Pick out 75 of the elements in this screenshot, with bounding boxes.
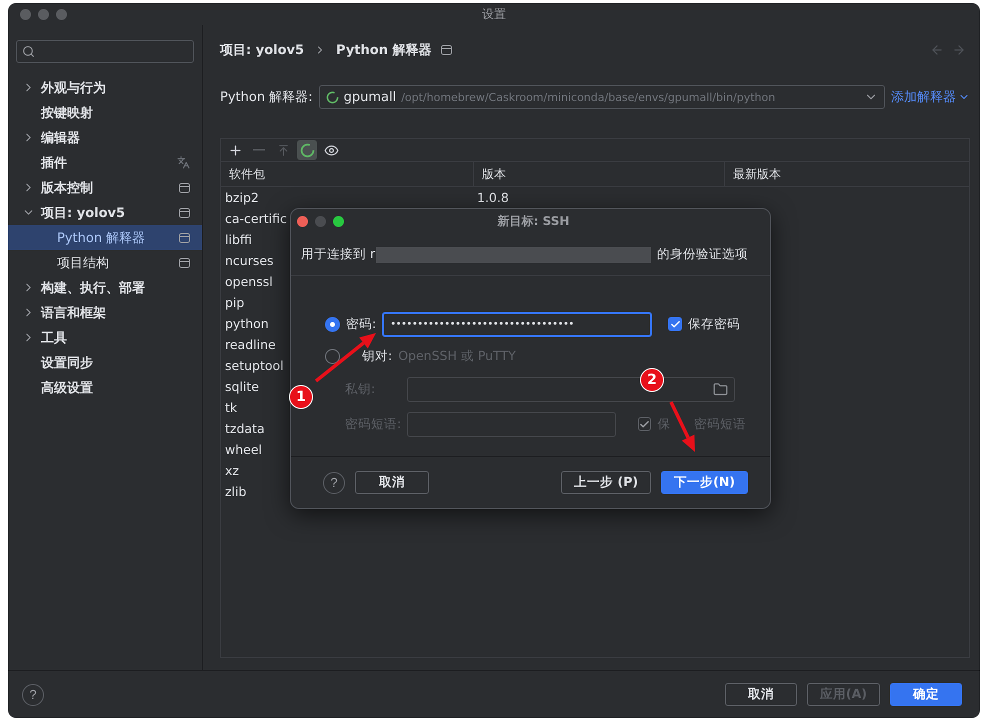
table-cell: readline bbox=[225, 337, 276, 352]
sidebar-item[interactable]: 版本控制 bbox=[8, 175, 202, 200]
dialog-button[interactable]: 下一步(N) bbox=[661, 471, 748, 494]
table-cell: python bbox=[225, 316, 269, 331]
folder-icon bbox=[713, 382, 728, 396]
window-title: 设置 bbox=[482, 6, 506, 22]
sidebar-item[interactable]: 设置同步 bbox=[8, 350, 202, 375]
dialog-button[interactable]: 上一步 (P) bbox=[561, 471, 652, 494]
field-label: Python 解释器: bbox=[220, 89, 313, 106]
table-cell: libffi bbox=[225, 232, 252, 247]
dialog-title: 新目标: SSH bbox=[498, 213, 570, 230]
close-button[interactable] bbox=[297, 216, 308, 227]
sidebar-item[interactable]: 项目: yolov5 bbox=[8, 200, 202, 225]
minus-icon bbox=[253, 149, 265, 151]
sidebar-item[interactable]: 工具 bbox=[8, 325, 202, 350]
add-interpreter-link[interactable]: 添加解释器 bbox=[891, 88, 970, 106]
option-label: 钥对: bbox=[362, 348, 392, 364]
conda-icon bbox=[300, 142, 314, 158]
dialog-button[interactable]: 取消 bbox=[724, 683, 797, 706]
sidebar-item[interactable]: 项目结构 bbox=[8, 250, 202, 275]
interpreter-dropdown[interactable]: gpumall /opt/homebrew/Caskroom/miniconda/base/envs/gpumall/bin/python bbox=[318, 85, 885, 109]
table-cell: pip bbox=[225, 295, 244, 310]
description-text: 用于连接到 r bbox=[301, 246, 376, 263]
radio-button[interactable] bbox=[325, 348, 340, 364]
sidebar-item[interactable]: 按键映射 bbox=[8, 100, 202, 125]
checkbox[interactable] bbox=[668, 317, 682, 331]
radio-button[interactable] bbox=[325, 316, 340, 332]
sidebar-item[interactable]: 构建、执行、部署 bbox=[8, 275, 202, 300]
upload-icon bbox=[276, 144, 290, 156]
table-cell: zlib bbox=[225, 484, 246, 499]
zoom-button[interactable] bbox=[333, 216, 344, 227]
eye-icon bbox=[324, 142, 338, 158]
sidebar-item[interactable]: 语言和框架 bbox=[8, 300, 202, 325]
description-text: 的身份验证选项 bbox=[657, 246, 748, 263]
column-header[interactable]: 软件包 bbox=[221, 162, 473, 186]
check-icon bbox=[638, 418, 650, 430]
sidebar-item[interactable]: 插件 bbox=[8, 150, 202, 175]
search-field[interactable] bbox=[16, 40, 194, 63]
table-cell: openssl bbox=[225, 274, 273, 289]
table-cell: tk bbox=[225, 400, 238, 415]
sidebar-item[interactable]: 编辑器 bbox=[8, 125, 202, 150]
checkbox[interactable] bbox=[638, 417, 652, 431]
sidebar-item[interactable]: 外观与行为 bbox=[8, 75, 202, 100]
breadcrumb-item[interactable]: Python 解释器 bbox=[336, 41, 432, 59]
dialog-button[interactable]: 确定 bbox=[890, 683, 962, 706]
sidebar-item[interactable]: Python 解释器 bbox=[8, 225, 202, 250]
conda-button[interactable] bbox=[297, 140, 317, 160]
close-button[interactable] bbox=[20, 8, 31, 20]
search-icon bbox=[22, 45, 35, 58]
column-header[interactable]: 版本 bbox=[473, 162, 724, 186]
table-cell: ncurses bbox=[225, 253, 274, 268]
window-icon bbox=[441, 45, 452, 55]
help-button[interactable]: ? bbox=[323, 472, 345, 494]
table-cell: xz bbox=[225, 463, 239, 478]
option-label: 密码: bbox=[346, 316, 376, 332]
help-button[interactable]: ? bbox=[22, 684, 44, 706]
sidebar-item[interactable]: 高级设置 bbox=[8, 375, 202, 400]
checkbox-label: 保存密码 bbox=[688, 316, 740, 332]
table-cell: sqlite bbox=[225, 379, 259, 394]
dialog-button[interactable]: 取消 bbox=[355, 471, 429, 494]
check-icon bbox=[670, 318, 681, 330]
conda-icon bbox=[326, 90, 339, 104]
breadcrumb-item[interactable]: 项目: yolov5 bbox=[220, 41, 304, 59]
plus-icon bbox=[228, 142, 242, 158]
table-cell: bzip2 bbox=[225, 190, 259, 205]
table-cell: wheel bbox=[225, 442, 262, 457]
minimize-button[interactable] bbox=[38, 8, 49, 20]
table-cell: 1.0.8 bbox=[477, 190, 509, 205]
column-header[interactable]: 最新版本 bbox=[724, 162, 969, 186]
passphrase-field[interactable] bbox=[407, 412, 616, 436]
minimize-button[interactable] bbox=[315, 216, 326, 227]
table-cell: setuptool bbox=[225, 358, 284, 373]
table-cell: ca-certific bbox=[225, 211, 287, 226]
password-field[interactable]: •••••••••••••••••••••••••••••••••• bbox=[382, 312, 652, 336]
table-cell: tzdata bbox=[225, 421, 265, 436]
